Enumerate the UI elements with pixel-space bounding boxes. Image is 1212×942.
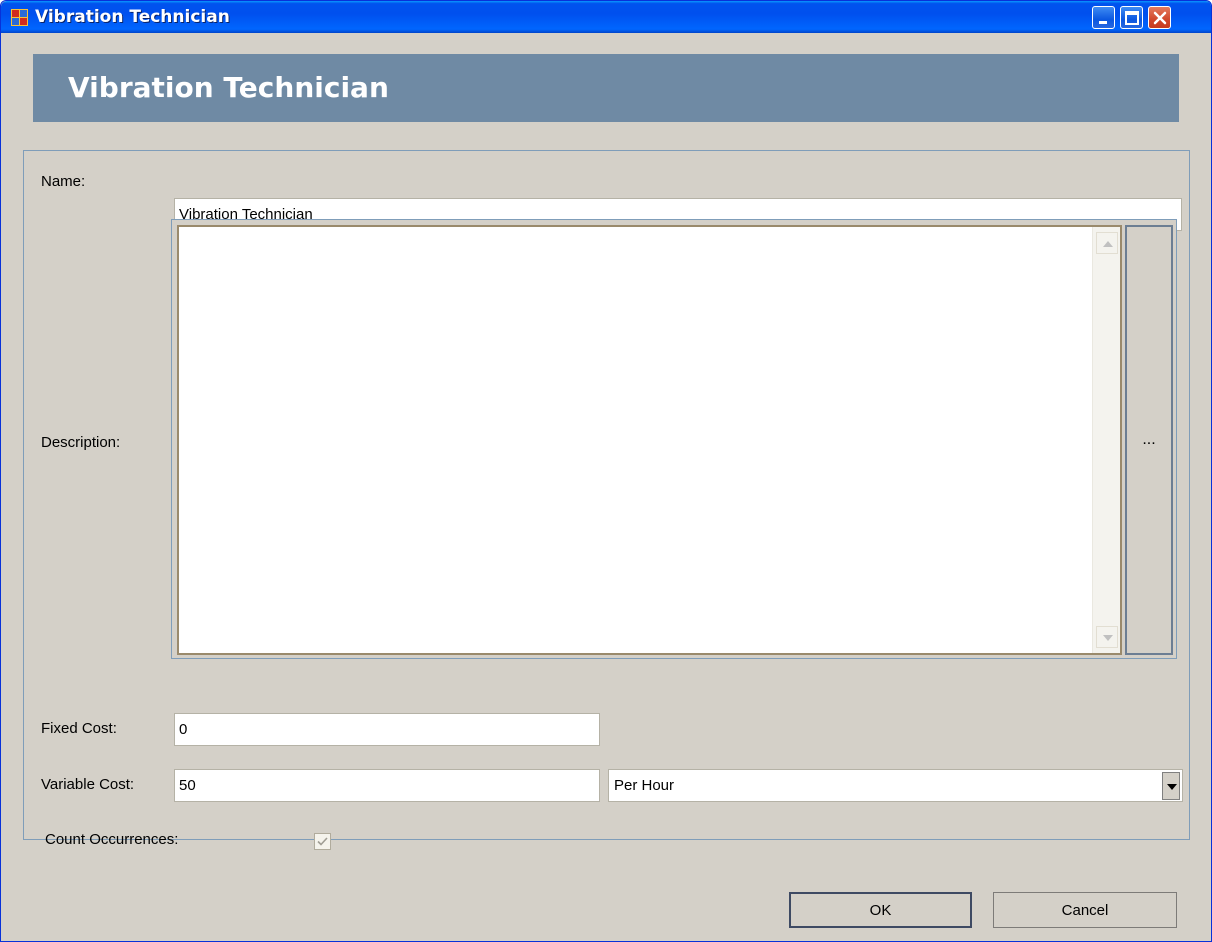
close-button[interactable]	[1148, 6, 1171, 29]
title-bar[interactable]: Vibration Technician	[1, 1, 1211, 33]
variable-cost-label: Variable Cost:	[41, 776, 135, 793]
variable-cost-input[interactable]: 50	[174, 769, 600, 802]
variable-cost-unit-select[interactable]: Per Hour	[608, 769, 1183, 802]
name-label: Name:	[41, 173, 86, 190]
ok-button[interactable]: OK	[789, 892, 972, 928]
count-occurrences-checkbox[interactable]	[314, 833, 331, 850]
fixed-cost-input[interactable]: 0	[174, 713, 600, 746]
cancel-button[interactable]: Cancel	[993, 892, 1177, 928]
description-scrollbar[interactable]	[1092, 227, 1120, 653]
variable-cost-unit-value: Per Hour	[614, 777, 675, 794]
chevron-up-icon	[1103, 241, 1113, 247]
close-icon	[1153, 11, 1167, 25]
dropdown-button[interactable]	[1162, 772, 1180, 800]
app-window-icon	[11, 9, 28, 26]
description-label: Description:	[41, 434, 121, 451]
maximize-icon	[1125, 11, 1139, 25]
page-title: Vibration Technician	[68, 71, 389, 104]
window-title: Vibration Technician	[35, 7, 230, 27]
fixed-cost-label: Fixed Cost:	[41, 720, 117, 737]
count-occurrences-label: Count Occurrences:	[45, 831, 179, 848]
scroll-down-button[interactable]	[1096, 626, 1118, 648]
chevron-down-icon	[1103, 635, 1113, 641]
maximize-button[interactable]	[1120, 6, 1143, 29]
description-textarea[interactable]	[177, 225, 1122, 655]
chevron-down-icon	[1167, 784, 1177, 790]
dialog-window: Vibration Technician Vibration Technicia…	[0, 0, 1212, 942]
description-field: ...	[171, 219, 1177, 659]
description-ellipsis-button[interactable]: ...	[1125, 225, 1173, 655]
minimize-icon	[1099, 21, 1107, 24]
header-banner: Vibration Technician	[33, 54, 1179, 122]
scroll-up-button[interactable]	[1096, 232, 1118, 254]
minimize-button[interactable]	[1092, 6, 1115, 29]
checkmark-icon	[317, 837, 328, 846]
